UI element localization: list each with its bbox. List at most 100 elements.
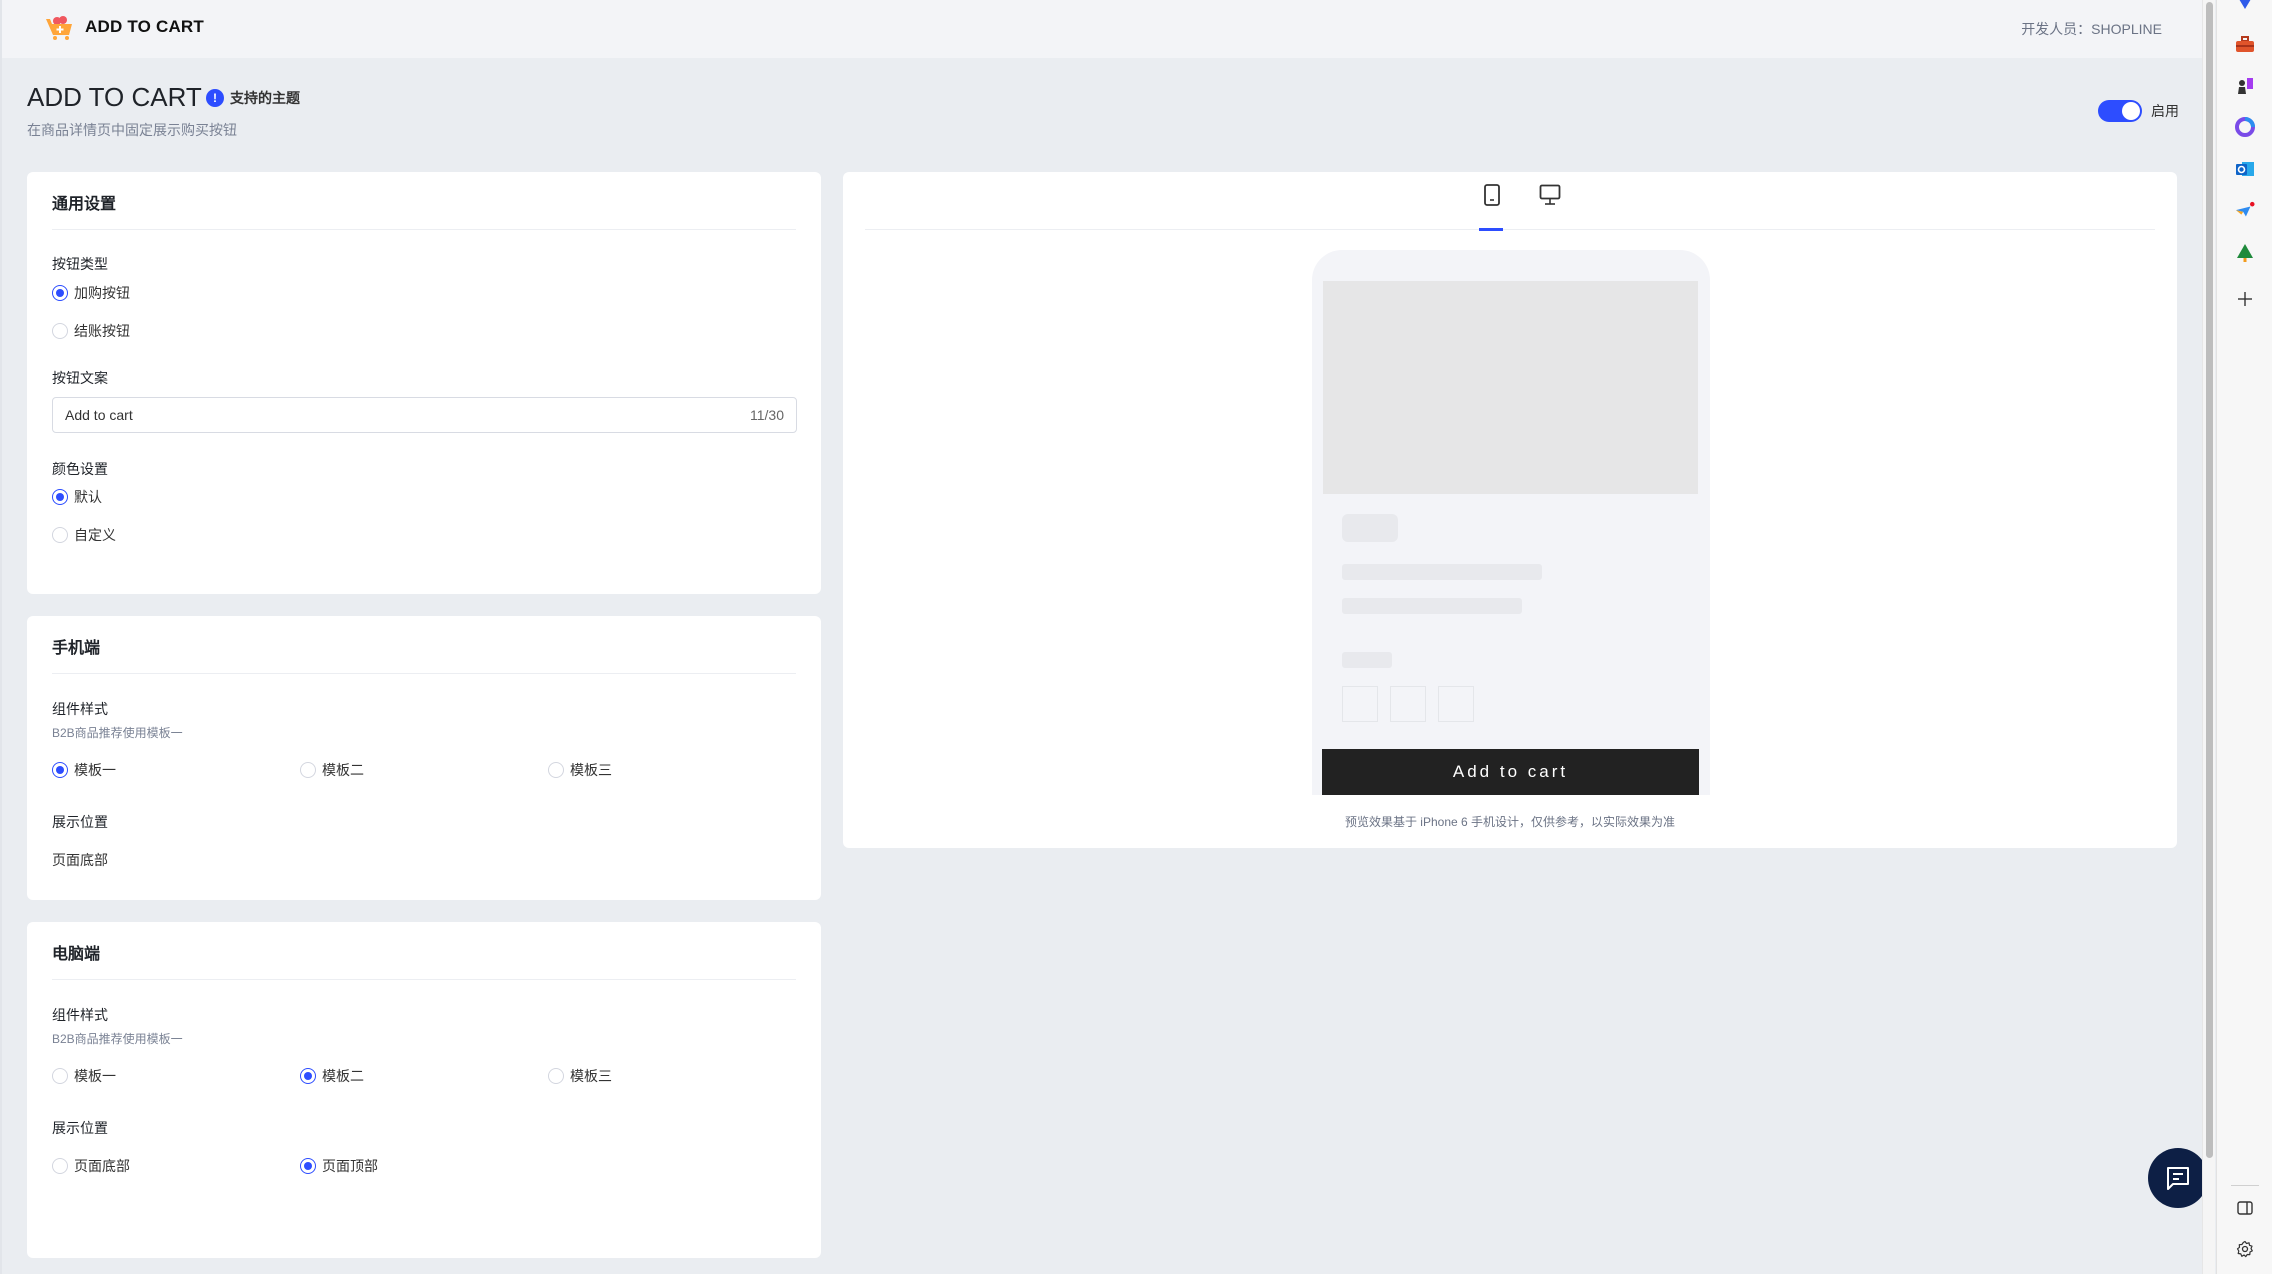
split-view-icon[interactable] [2235, 1198, 2255, 1218]
outlook-icon[interactable] [2235, 159, 2255, 179]
button-text-input[interactable] [65, 407, 750, 423]
radio-desktop-position-bottom[interactable]: 页面底部 [52, 1156, 130, 1176]
desktop-settings-card: 电脑端 组件样式 B2B商品推荐使用模板一 模板一 模板二 模板三 展示位置 页… [27, 922, 821, 1258]
char-count: 11/30 [750, 407, 784, 423]
radio-desktop-template-2[interactable]: 模板二 [300, 1066, 364, 1086]
style-hint: B2B商品推荐使用模板一 [52, 1032, 183, 1046]
radio-color-custom[interactable]: 自定义 [52, 525, 116, 545]
radio-mobile-template-2[interactable]: 模板二 [300, 760, 364, 780]
chess-icon[interactable] [2235, 76, 2255, 96]
enable-control: 启用 [2098, 100, 2179, 122]
preview-panel: Add to cart 预览效果基于 iPhone 6 手机设计，仅供参考，以实… [843, 172, 2177, 848]
skeleton-line [1342, 598, 1522, 614]
radio-dot [300, 762, 316, 778]
radio-dot [52, 323, 68, 339]
radio-dot [52, 489, 68, 505]
radio-mobile-template-3[interactable]: 模板三 [548, 760, 612, 780]
supported-themes-link[interactable]: ! 支持的主题 [206, 88, 300, 108]
radio-desktop-template-3[interactable]: 模板三 [548, 1066, 612, 1086]
position-label: 展示位置 [52, 814, 108, 830]
card-title: 手机端 [52, 640, 101, 657]
style-label: 组件样式 [52, 701, 108, 717]
preview-note: 预览效果基于 iPhone 6 手机设计，仅供参考，以实际效果为准 [1344, 815, 1676, 829]
radio-label: 默认 [74, 489, 102, 505]
browser-sidebar [2216, 0, 2272, 1274]
send-icon[interactable] [2235, 201, 2255, 221]
m365-icon[interactable] [2235, 117, 2255, 137]
radio-dot [300, 1068, 316, 1084]
top-bar: ADD TO CART 开发人员：SHOPLINE [2, 0, 2202, 58]
tab-mobile-preview[interactable] [1479, 184, 1505, 231]
radio-label: 自定义 [74, 527, 116, 543]
radio-dot [300, 1158, 316, 1174]
radio-label: 模板二 [322, 762, 364, 778]
phone-mockup: Add to cart [1312, 250, 1710, 795]
radio-mobile-template-1[interactable]: 模板一 [52, 760, 116, 780]
tree-icon[interactable] [2235, 243, 2255, 263]
app-name: ADD TO CART [85, 17, 204, 36]
style-label: 组件样式 [52, 1007, 108, 1023]
copilot-icon[interactable] [2235, 0, 2255, 16]
add-icon[interactable] [2235, 289, 2255, 309]
radio-dot [52, 527, 68, 543]
page-scrollbar[interactable] [2202, 0, 2215, 1274]
radio-dot [52, 762, 68, 778]
radio-dot [52, 1158, 68, 1174]
radio-label: 模板三 [570, 1068, 612, 1084]
skeleton-line [1342, 564, 1542, 580]
radio-color-default[interactable]: 默认 [52, 487, 102, 507]
radio-dot [52, 285, 68, 301]
button-text-label: 按钮文案 [52, 370, 108, 386]
radio-add-to-cart-button[interactable]: 加购按钮 [52, 283, 130, 303]
position-label: 展示位置 [52, 1120, 108, 1136]
preview-add-to-cart-button[interactable]: Add to cart [1322, 749, 1699, 795]
chat-icon [2167, 1167, 2189, 1190]
tab-desktop-preview[interactable] [1537, 184, 1563, 230]
settings-icon[interactable] [2235, 1239, 2255, 1259]
button-text-field[interactable]: 11/30 [52, 397, 797, 433]
divider [52, 979, 796, 980]
card-title: 通用设置 [52, 196, 117, 213]
divider [52, 673, 796, 674]
desktop-icon [1539, 184, 1561, 205]
radio-label: 页面顶部 [322, 1158, 378, 1174]
style-hint: B2B商品推荐使用模板一 [52, 726, 183, 740]
variant-swatch [1342, 686, 1378, 722]
enable-toggle[interactable] [2098, 100, 2142, 122]
app-window: ADD TO CART 开发人员：SHOPLINE ADD TO CART ! … [0, 0, 2215, 1274]
radio-label: 模板三 [570, 762, 612, 778]
radio-label: 页面底部 [74, 1158, 130, 1174]
radio-dot [548, 762, 564, 778]
skeleton-line [1342, 652, 1392, 668]
card-title: 电脑端 [52, 946, 101, 963]
radio-label: 模板二 [322, 1068, 364, 1084]
divider [52, 229, 796, 230]
developer-label: 开发人员：SHOPLINE [2021, 21, 2162, 37]
radio-label: 加购按钮 [74, 285, 130, 301]
variant-swatch [1390, 686, 1426, 722]
position-value: 页面底部 [52, 852, 108, 868]
button-type-label: 按钮类型 [52, 256, 108, 272]
cart-logo-icon [46, 16, 72, 40]
radio-checkout-button[interactable]: 结账按钮 [52, 321, 130, 341]
color-settings-label: 颜色设置 [52, 461, 108, 477]
mobile-settings-card: 手机端 组件样式 B2B商品推荐使用模板一 模板一 模板二 模板三 展示位置 页… [27, 616, 821, 900]
skeleton-block [1342, 514, 1398, 542]
product-image-placeholder [1323, 281, 1698, 494]
toolbox-icon[interactable] [2235, 34, 2255, 54]
radio-desktop-position-top[interactable]: 页面顶部 [300, 1156, 378, 1176]
page-subtitle: 在商品详情页中固定展示购买按钮 [27, 122, 237, 138]
scroll-thumb[interactable] [2206, 2, 2213, 1158]
chat-button[interactable] [2148, 1148, 2208, 1208]
mobile-icon [1484, 184, 1500, 206]
radio-label: 模板一 [74, 1068, 116, 1084]
radio-label: 模板一 [74, 762, 116, 778]
supported-themes-label: 支持的主题 [230, 90, 300, 106]
variant-swatch [1438, 686, 1474, 722]
sidebar-separator [2231, 1185, 2259, 1186]
page-title: ADD TO CART [27, 82, 202, 112]
radio-desktop-template-1[interactable]: 模板一 [52, 1066, 116, 1086]
enable-label: 启用 [2151, 103, 2179, 119]
device-tabs [865, 172, 2155, 231]
general-settings-card: 通用设置 按钮类型 加购按钮 结账按钮 按钮文案 11/30 颜色设置 默认 自… [27, 172, 821, 594]
